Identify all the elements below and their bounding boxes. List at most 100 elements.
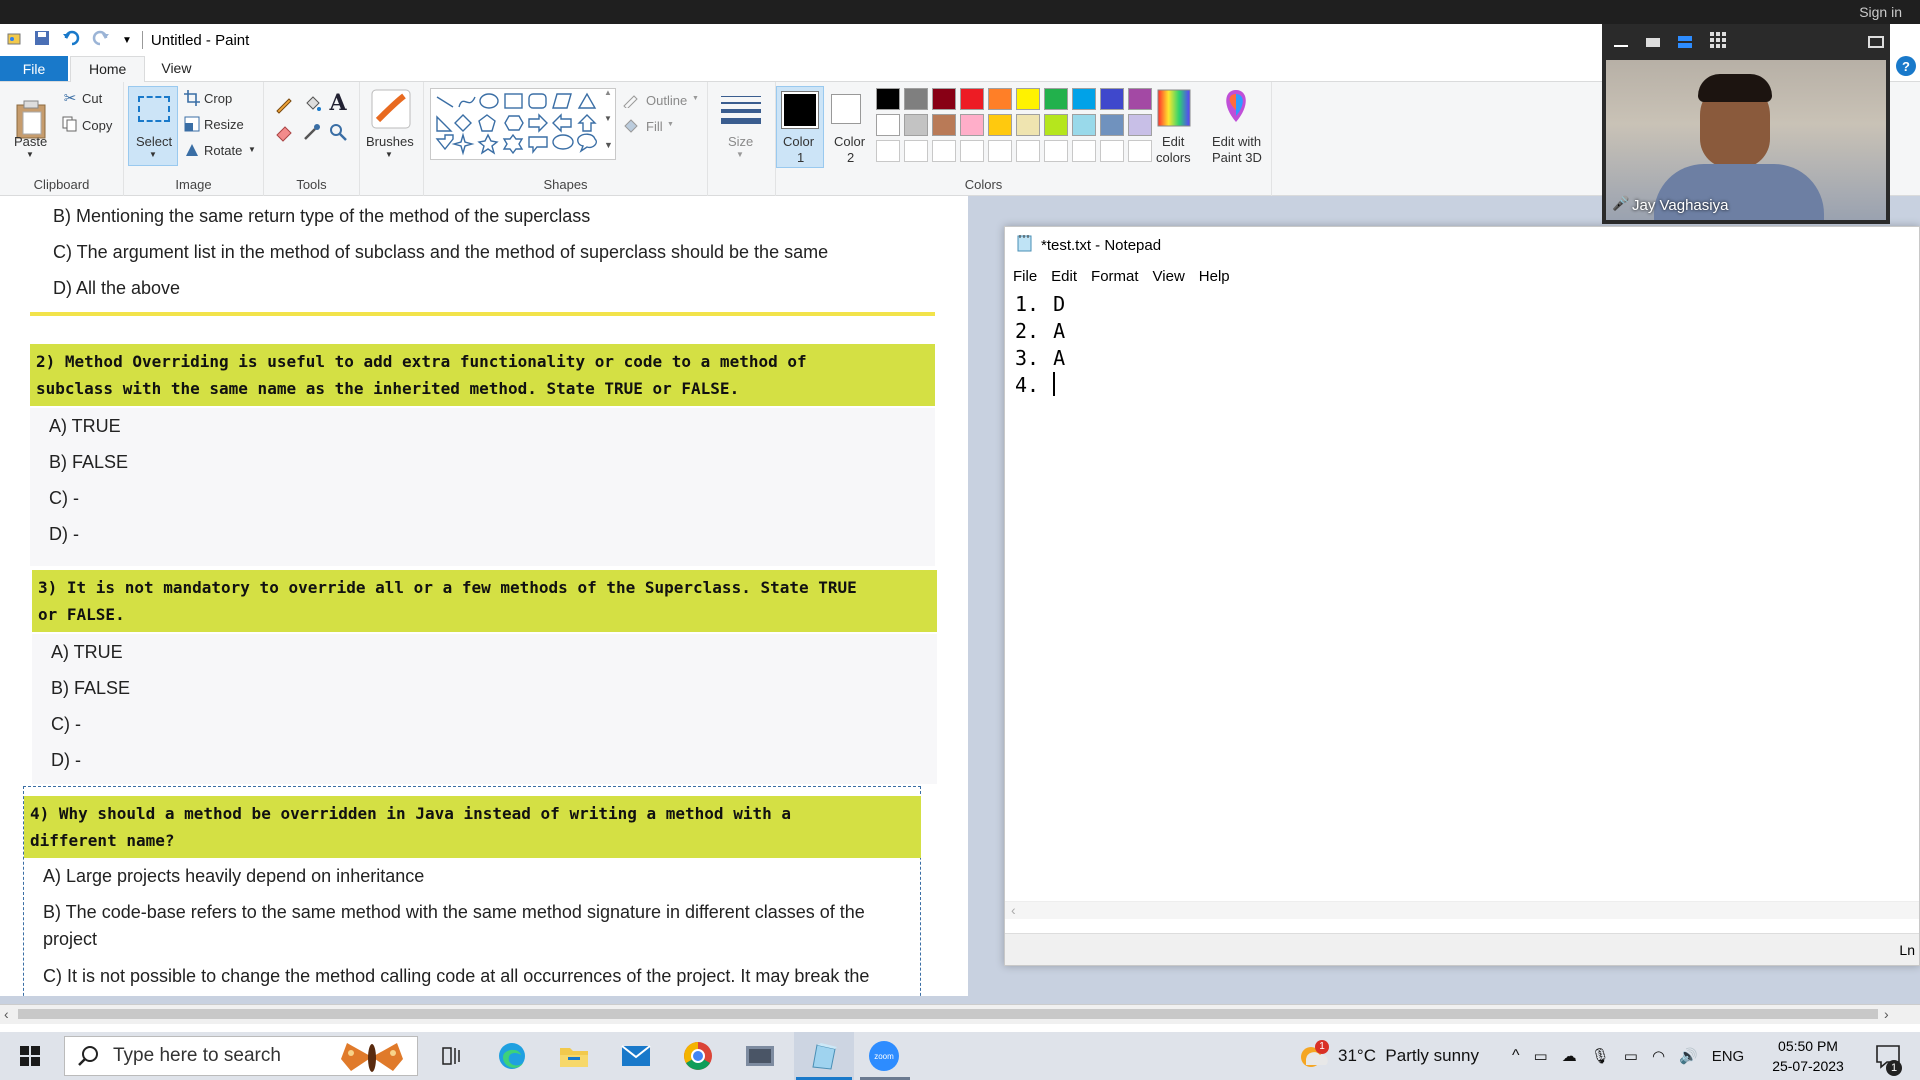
volume-icon[interactable]: 🔊	[1679, 1047, 1698, 1065]
cut-icon[interactable]: ✂	[62, 90, 78, 107]
fill-icon[interactable]	[622, 118, 640, 134]
tab-file[interactable]: File	[0, 56, 68, 81]
edit-colors-icon[interactable]	[1156, 88, 1192, 128]
palette-swatch[interactable]	[876, 140, 900, 162]
exit-panel-icon[interactable]	[1868, 36, 1884, 48]
speaker-view-icon[interactable]	[1678, 36, 1692, 48]
copy-button[interactable]: Copy	[82, 118, 112, 133]
palette-swatch[interactable]	[1016, 140, 1040, 162]
rotate-dropdown-icon[interactable]: ▼	[248, 145, 256, 154]
shapes-gallery[interactable]	[430, 88, 616, 160]
brushes-label[interactable]: Brushes	[366, 134, 414, 149]
palette-swatch[interactable]	[876, 114, 900, 136]
menu-format[interactable]: Format	[1091, 268, 1139, 285]
shapes-scroll-up-icon[interactable]: ▲	[604, 88, 612, 97]
palette-swatch[interactable]	[1072, 140, 1096, 162]
color2-label-line1[interactable]: Color	[834, 134, 865, 149]
edit-paint3d-line2[interactable]: Paint 3D	[1212, 150, 1262, 165]
menu-help[interactable]: Help	[1199, 268, 1230, 285]
magnifier-icon[interactable]	[328, 122, 348, 142]
palette-swatch[interactable]	[960, 88, 984, 110]
fill-bucket-icon[interactable]	[302, 94, 322, 114]
redo-icon[interactable]	[92, 30, 110, 50]
copy-icon[interactable]	[62, 116, 78, 132]
rotate-button[interactable]: Rotate	[204, 143, 242, 158]
undo-icon[interactable]	[62, 30, 80, 50]
palette-swatch[interactable]	[1072, 88, 1096, 110]
onedrive-icon[interactable]: ☁	[1562, 1047, 1577, 1065]
paint-app-icon[interactable]	[6, 30, 22, 50]
shapes-scroll-down-icon[interactable]: ▼	[604, 114, 612, 123]
palette-swatch[interactable]	[988, 88, 1012, 110]
start-button[interactable]	[8, 1038, 52, 1074]
palette-swatch[interactable]	[1128, 140, 1152, 162]
resize-icon[interactable]	[184, 116, 200, 132]
outline-dropdown-icon[interactable]: ▼	[692, 95, 699, 102]
notepad-scroll-left-icon[interactable]: ‹	[1011, 902, 1016, 918]
palette-swatch[interactable]	[1016, 88, 1040, 110]
mail-icon[interactable]	[614, 1038, 658, 1074]
edit-paint3d-line1[interactable]: Edit with	[1212, 134, 1261, 149]
edge-icon[interactable]	[490, 1038, 534, 1074]
rotate-icon[interactable]	[184, 142, 200, 158]
notepad-text-area[interactable]: 1. D 2. A 3. A 4.	[1015, 291, 1069, 399]
scroll-right-icon[interactable]: ›	[1884, 1006, 1889, 1022]
microphone-icon[interactable]: 🎙	[1591, 1047, 1610, 1065]
battery-icon[interactable]: ▭	[1624, 1047, 1638, 1065]
help-icon[interactable]: ?	[1896, 56, 1916, 76]
pasted-document-image[interactable]: B) Mentioning the same return type of th…	[0, 196, 968, 996]
outline-button[interactable]: Outline	[646, 93, 687, 108]
notepad-window[interactable]: *test.txt - Notepad File Edit Format Vie…	[1004, 226, 1920, 966]
pencil-icon[interactable]	[274, 94, 294, 114]
palette-swatch[interactable]	[960, 140, 984, 162]
paint3d-icon[interactable]	[1218, 88, 1254, 128]
minimize-video-icon[interactable]	[1614, 45, 1628, 47]
scroll-left-icon[interactable]: ‹	[4, 1006, 9, 1022]
file-explorer-icon[interactable]	[552, 1038, 596, 1074]
shapes-expand-icon[interactable]: ▼	[604, 140, 613, 150]
sign-in-link[interactable]: Sign in	[1859, 4, 1902, 20]
gallery-view-icon[interactable]	[1710, 31, 1726, 53]
palette-swatch[interactable]	[1044, 88, 1068, 110]
palette-swatch[interactable]	[1100, 88, 1124, 110]
palette-swatch[interactable]	[1100, 114, 1124, 136]
palette-swatch[interactable]	[904, 114, 928, 136]
scroll-thumb[interactable]	[18, 1009, 1878, 1019]
palette-swatch[interactable]	[932, 140, 956, 162]
taskbar-search-box[interactable]: Type here to search	[64, 1036, 418, 1076]
crop-button[interactable]: Crop	[204, 91, 232, 106]
palette-swatch[interactable]	[904, 88, 928, 110]
clock[interactable]: 05:50 PM 25-07-2023	[1766, 1036, 1850, 1076]
hide-video-icon[interactable]	[1646, 37, 1660, 47]
language-indicator[interactable]: ENG	[1712, 1048, 1745, 1065]
eraser-icon[interactable]	[274, 122, 294, 142]
fill-dropdown-icon[interactable]: ▼	[667, 121, 674, 128]
meet-now-icon[interactable]: ▭	[1534, 1047, 1548, 1065]
zoom-video-panel[interactable]: 🎤 Jay Vaghasiya	[1602, 24, 1890, 224]
palette-swatch[interactable]	[1128, 114, 1152, 136]
text-tool-icon[interactable]: A	[328, 90, 348, 116]
tab-view[interactable]: View	[145, 56, 207, 81]
menu-file[interactable]: File	[1013, 268, 1037, 285]
size-label[interactable]: Size	[728, 134, 753, 149]
menu-edit[interactable]: Edit	[1051, 268, 1077, 285]
paste-label[interactable]: Paste	[14, 134, 47, 149]
tab-home[interactable]: Home	[70, 56, 146, 82]
size-dropdown-icon[interactable]: ▼	[736, 150, 744, 159]
size-lines-icon[interactable]	[720, 90, 762, 130]
show-hidden-icons-icon[interactable]: ^	[1512, 1047, 1520, 1065]
weather-widget[interactable]: 1 31°C Partly sunny	[1298, 1032, 1479, 1080]
edit-colors-line2[interactable]: colors	[1156, 150, 1191, 165]
save-icon[interactable]	[34, 30, 50, 50]
sql-developer-icon[interactable]	[738, 1038, 782, 1074]
resize-button[interactable]: Resize	[204, 117, 244, 132]
palette-swatch[interactable]	[932, 88, 956, 110]
brushes-dropdown-icon[interactable]: ▼	[385, 150, 393, 159]
palette-swatch[interactable]	[960, 114, 984, 136]
palette-swatch[interactable]	[1072, 114, 1096, 136]
color2-label-line2[interactable]: 2	[847, 150, 854, 165]
cut-button[interactable]: Cut	[82, 91, 102, 106]
chrome-icon[interactable]	[676, 1038, 720, 1074]
palette-swatch[interactable]	[932, 114, 956, 136]
palette-swatch[interactable]	[1100, 140, 1124, 162]
